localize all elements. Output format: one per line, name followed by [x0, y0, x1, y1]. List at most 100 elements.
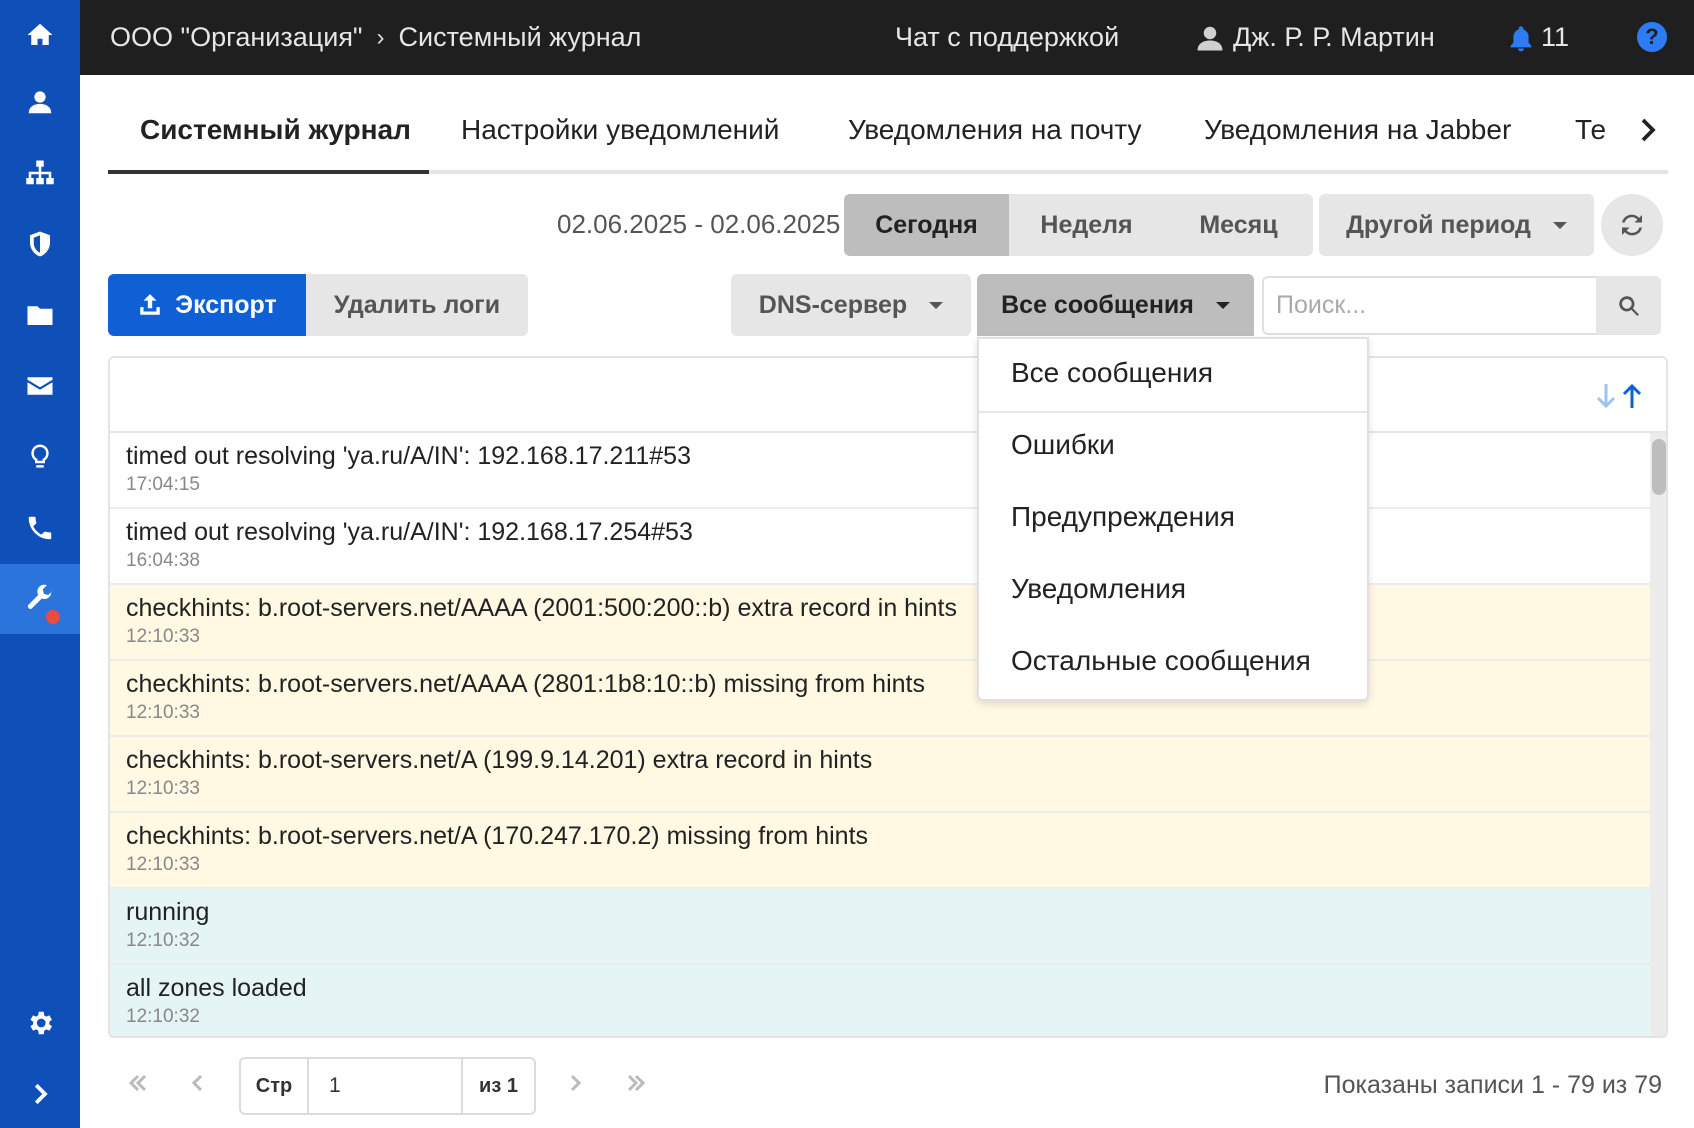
search-icon: [1618, 295, 1639, 316]
filter-option-errors[interactable]: Ошибки: [1011, 429, 1115, 461]
sidebar-item-files[interactable]: [0, 280, 80, 350]
prev-page-button[interactable]: [183, 1068, 213, 1098]
refresh-button[interactable]: [1601, 194, 1663, 256]
period-today-button[interactable]: Сегодня: [844, 194, 1009, 256]
sidebar: [0, 0, 80, 1128]
tab-jabber-notifications[interactable]: Уведомления на Jabber: [1204, 114, 1511, 146]
log-message: checkhints: b.root-servers.net/A (170.24…: [126, 822, 869, 850]
tab-bar: Системный журнал Настройки уведомлений У…: [108, 100, 1668, 174]
log-row[interactable]: timed out resolving 'ya.ru/A/IN': 192.16…: [110, 509, 1650, 585]
log-row[interactable]: checkhints: b.root-servers.net/A (199.9.…: [110, 737, 1650, 813]
log-message: all zones loaded: [126, 974, 307, 1002]
shield-icon: [30, 231, 50, 257]
sidebar-item-home[interactable]: [0, 0, 80, 70]
delete-logs-button[interactable]: Удалить логи: [306, 274, 528, 336]
sidebar-item-network[interactable]: [0, 138, 80, 208]
filter-option-warnings[interactable]: Предупреждения: [1011, 501, 1235, 533]
log-message: timed out resolving 'ya.ru/A/IN': 192.16…: [126, 442, 691, 470]
log-row[interactable]: all zones loaded 12:10:32: [110, 965, 1650, 1036]
tab-truncated[interactable]: Те: [1575, 114, 1606, 146]
next-page-button[interactable]: [560, 1068, 590, 1098]
filter-option-all[interactable]: Все сообщения: [1011, 357, 1213, 389]
log-row[interactable]: checkhints: b.root-servers.net/AAAA (280…: [110, 661, 1650, 737]
sidebar-item-tools[interactable]: [0, 564, 80, 634]
log-message: checkhints: b.root-servers.net/AAAA (200…: [126, 594, 957, 622]
user-menu[interactable]: Дж. Р. Р. Мартин: [1195, 0, 1435, 75]
tabs-next-button[interactable]: [1633, 112, 1663, 152]
user-icon: [1197, 26, 1223, 50]
phone-icon: [28, 516, 52, 540]
topbar: ООО "Организация" › Системный журнал Чат…: [80, 0, 1694, 75]
log-time: 12:10:33: [126, 854, 200, 875]
bell-icon: [1510, 25, 1532, 51]
export-label: Экспорт: [175, 290, 277, 319]
alert-dot: [46, 610, 60, 624]
search-button[interactable]: [1596, 276, 1661, 335]
lightbulb-icon: [31, 444, 49, 468]
log-message: checkhints: b.root-servers.net/A (199.9.…: [126, 746, 873, 774]
tab-email-notifications[interactable]: Уведомления на почту: [848, 114, 1142, 146]
log-row[interactable]: checkhints: b.root-servers.net/A (170.24…: [110, 813, 1650, 889]
page-total: из 1: [479, 1074, 518, 1097]
refresh-icon: [1622, 214, 1642, 236]
log-time: 17:04:15: [126, 474, 200, 495]
last-page-button[interactable]: [621, 1068, 651, 1098]
filter-option-notices[interactable]: Уведомления: [1011, 573, 1186, 605]
tab-overflow: Те: [1548, 100, 1608, 170]
period-month-button[interactable]: Месяц: [1164, 194, 1313, 256]
sidebar-item-telephony[interactable]: [0, 493, 80, 563]
log-rows: timed out resolving 'ya.ru/A/IN': 192.16…: [110, 433, 1650, 1036]
message-filter-dropdown[interactable]: Все сообщения: [977, 274, 1254, 336]
date-range: 02.06.2025 - 02.06.2025: [557, 209, 841, 239]
sidebar-item-users[interactable]: [0, 67, 80, 137]
period-week-button[interactable]: Неделя: [1009, 194, 1164, 256]
support-chat-link[interactable]: Чат с поддержкой: [895, 0, 1119, 75]
arrow-up-icon: [1622, 383, 1642, 408]
log-time: 12:10:33: [126, 778, 200, 799]
double-chevron-right-icon: [627, 1074, 646, 1092]
log-scrollbar[interactable]: [1650, 433, 1666, 1036]
records-count: Показаны записи 1 - 79 из 79: [1323, 1071, 1662, 1099]
arrow-down-icon: [1596, 384, 1616, 409]
help-button[interactable]: ?: [1637, 22, 1667, 52]
period-other-dropdown[interactable]: Другой период: [1319, 194, 1594, 256]
chevron-right-icon: [570, 1074, 582, 1092]
tab-system-log[interactable]: Системный журнал: [140, 114, 411, 146]
log-time: 12:10:32: [126, 930, 200, 951]
export-button[interactable]: Экспорт: [108, 274, 306, 336]
filter-option-other[interactable]: Остальные сообщения: [1011, 645, 1311, 677]
sidebar-item-security[interactable]: [0, 209, 80, 279]
service-dropdown[interactable]: DNS-сервер: [731, 274, 971, 336]
first-page-button[interactable]: [123, 1068, 153, 1098]
sidebar-item-settings[interactable]: [0, 988, 80, 1058]
log-list-header: [110, 358, 1666, 433]
message-filter-label: Все сообщения: [1001, 290, 1194, 319]
sidebar-collapse-button[interactable]: [0, 1059, 80, 1128]
log-row[interactable]: checkhints: b.root-servers.net/AAAA (200…: [110, 585, 1650, 661]
notifications-button[interactable]: 11: [1507, 0, 1569, 75]
caret-down-icon: [1215, 301, 1230, 309]
sidebar-item-ideas[interactable]: [0, 422, 80, 492]
page-selector: Стр из 1: [239, 1057, 536, 1115]
sidebar-item-mail[interactable]: [0, 351, 80, 421]
log-list: timed out resolving 'ya.ru/A/IN': 192.16…: [108, 356, 1668, 1038]
gear-icon: [30, 1011, 52, 1035]
notifications-count: 11: [1541, 22, 1570, 52]
sort-toggle[interactable]: [1594, 382, 1644, 410]
menu-divider: [979, 411, 1367, 413]
sitemap-icon: [26, 160, 54, 185]
page-number-input[interactable]: [309, 1059, 463, 1113]
log-message: running: [126, 898, 210, 926]
scrollbar-thumb[interactable]: [1652, 439, 1666, 495]
chevron-right-icon: [1641, 118, 1656, 142]
log-row[interactable]: timed out resolving 'ya.ru/A/IN': 192.16…: [110, 433, 1650, 509]
search-input[interactable]: [1262, 276, 1598, 335]
log-message: checkhints: b.root-servers.net/AAAA (280…: [126, 670, 925, 698]
breadcrumb-org[interactable]: ООО "Организация": [110, 22, 363, 53]
user-icon: [28, 91, 52, 114]
page-label: Стр: [241, 1059, 309, 1113]
tab-notification-settings[interactable]: Настройки уведомлений: [461, 114, 779, 146]
breadcrumb: ООО "Организация" › Системный журнал: [110, 0, 641, 75]
double-chevron-left-icon: [128, 1074, 147, 1092]
log-row[interactable]: running 12:10:32: [110, 889, 1650, 965]
